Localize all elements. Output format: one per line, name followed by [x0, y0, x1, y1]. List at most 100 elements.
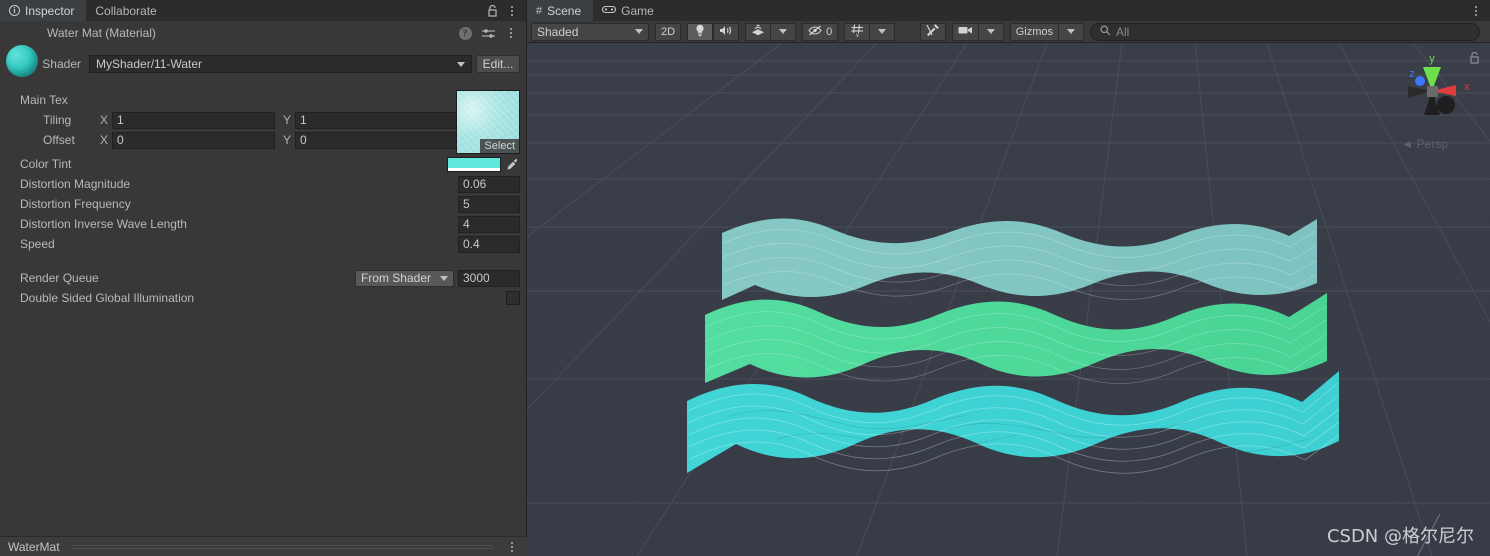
effects-dropdown-button[interactable]: [770, 22, 797, 41]
distortion-frequency-input[interactable]: 5: [458, 195, 520, 213]
tab-collaborate[interactable]: Collaborate: [86, 0, 168, 21]
scene-search-placeholder: All: [1116, 24, 1130, 39]
gizmo-axis-x-label: x: [1464, 81, 1470, 93]
inspector-tabbar-actions: [483, 0, 526, 21]
edit-shader-button[interactable]: Edit...: [476, 55, 520, 73]
speed-input[interactable]: 0.4: [458, 235, 520, 253]
distortion-magnitude-label: Distortion Magnitude: [20, 177, 131, 191]
material-properties: Select Main Tex Tiling X 1 Y 1 Offset X …: [0, 90, 526, 308]
info-icon: i: [9, 5, 20, 16]
draw-mode-value: Shaded: [537, 24, 579, 39]
preset-icon[interactable]: [479, 24, 497, 42]
grid-dropdown-button[interactable]: [869, 22, 896, 41]
render-queue-label: Render Queue: [20, 271, 99, 285]
main-tex-select-button[interactable]: Select: [480, 139, 519, 153]
grid-icon: #: [536, 4, 543, 17]
camera-dropdown-button[interactable]: [977, 22, 1004, 41]
distortion-frequency-row: Distortion Frequency 5: [0, 194, 526, 214]
help-icon[interactable]: ?: [456, 24, 474, 42]
tiling-x-axis-label: X: [100, 113, 109, 127]
gizmos-dropdown-button[interactable]: [1058, 22, 1084, 41]
scene-camera-button[interactable]: [951, 22, 979, 41]
tab-inspector[interactable]: i Inspector: [0, 0, 87, 21]
scene-tools-button[interactable]: [919, 22, 946, 41]
eyedropper-icon[interactable]: [504, 158, 520, 171]
kebab-menu-icon[interactable]: [503, 538, 521, 556]
tab-inspector-label: Inspector: [25, 3, 75, 18]
unity-editor-window: i Inspector Collaborate Water Mat (Mater…: [0, 0, 1490, 556]
color-tint-row: Color Tint: [0, 154, 526, 174]
inspector-tab-bar: i Inspector Collaborate: [0, 0, 526, 21]
main-tex-label: Main Tex: [20, 93, 68, 107]
kebab-menu-icon[interactable]: [1467, 2, 1485, 20]
main-tex-row: Main Tex: [0, 90, 526, 110]
tab-game[interactable]: Game: [593, 0, 666, 21]
gizmo-axis-z-label: z: [1409, 68, 1415, 80]
draw-mode-dropdown[interactable]: Shaded: [531, 22, 649, 41]
tiling-label: Tiling: [43, 113, 72, 127]
scene-orientation-gizmo[interactable]: y x z: [1386, 45, 1478, 137]
material-header-actions: ?: [456, 24, 520, 42]
material-header: Water Mat (Material) ?: [0, 21, 526, 77]
kebab-menu-icon[interactable]: [502, 24, 520, 42]
effects-button-group: [745, 22, 797, 41]
speed-row: Speed 0.4: [0, 234, 526, 254]
render-queue-mode-value: From Shader: [360, 271, 431, 285]
render-queue-mode-dropdown[interactable]: From Shader: [354, 269, 454, 287]
lightbulb-icon: [695, 24, 705, 40]
speaker-icon: [719, 25, 733, 39]
water-ribbon-middle: [705, 293, 1328, 384]
color-tint-swatch[interactable]: [447, 156, 501, 172]
shader-dropdown[interactable]: MyShader/11-Water: [89, 55, 472, 73]
offset-x-input[interactable]: 0: [112, 131, 275, 149]
chevron-down-icon: [779, 29, 788, 34]
persp-text: Persp: [1416, 137, 1448, 151]
effects-icon: [751, 24, 765, 39]
scene-gizmo-lock-icon[interactable]: [1469, 51, 1480, 67]
shader-value: MyShader/11-Water: [96, 57, 203, 71]
scene-toolbar: Shaded 2D 0 y Gizmos All: [527, 21, 1490, 43]
gizmos-button[interactable]: Gizmos: [1009, 22, 1059, 41]
toggle-effects-button[interactable]: [745, 22, 772, 41]
chevron-down-icon: [457, 61, 465, 67]
offset-label: Offset: [43, 133, 75, 147]
color-tint-label: Color Tint: [20, 157, 72, 171]
scene-projection-label[interactable]: ◄ Persp: [1401, 137, 1448, 151]
offset-row: Offset X 0 Y 0: [0, 130, 526, 150]
gizmo-axis-z-dot: [1415, 76, 1425, 86]
offset-y-input[interactable]: 0: [295, 131, 458, 149]
distortion-magnitude-row: Distortion Magnitude 0.06: [0, 174, 526, 194]
scene-render: [527, 43, 1490, 556]
footer-divider: [71, 544, 493, 549]
render-queue-value-input[interactable]: 3000: [458, 269, 520, 287]
tab-scene[interactable]: # Scene: [527, 0, 594, 21]
chevron-down-icon: [440, 275, 448, 281]
hidden-objects-button[interactable]: 0: [802, 22, 839, 41]
material-sphere-icon: [6, 45, 38, 77]
toggle-audio-button[interactable]: [713, 22, 740, 41]
material-title: Water Mat (Material): [47, 26, 156, 40]
kebab-menu-icon[interactable]: [503, 2, 521, 20]
grid-snap-button[interactable]: y: [844, 22, 871, 41]
gamepad-icon: [602, 5, 617, 17]
tiling-y-input[interactable]: 1: [295, 111, 458, 129]
tab-game-label: Game: [621, 3, 654, 18]
double-sided-gi-checkbox[interactable]: [506, 291, 520, 305]
persp-arrow-icon: ◄: [1401, 137, 1414, 151]
toggle-scene-lighting-button[interactable]: [687, 22, 714, 41]
hidden-objects-count: 0: [826, 25, 833, 38]
toggle-2d-button[interactable]: 2D: [655, 22, 682, 41]
scene-viewport[interactable]: y x z ◄ Persp CSDN @格尔尼尔: [527, 43, 1490, 556]
tab-scene-label: Scene: [547, 3, 582, 18]
lock-icon[interactable]: [483, 2, 501, 20]
distortion-magnitude-input[interactable]: 0.06: [458, 175, 520, 193]
gizmo-center-cube: [1427, 86, 1438, 97]
gizmo-axis-y-label: y: [1429, 53, 1435, 65]
inspector-footer: WaterMat: [0, 536, 527, 556]
main-tex-preview[interactable]: Select: [456, 90, 520, 154]
chevron-down-icon: [986, 29, 995, 34]
distortion-inverse-wave-length-input[interactable]: 4: [458, 215, 520, 233]
tiling-x-input[interactable]: 1: [112, 111, 275, 129]
chevron-down-icon: [878, 29, 887, 34]
scene-search-field[interactable]: All: [1090, 22, 1480, 41]
